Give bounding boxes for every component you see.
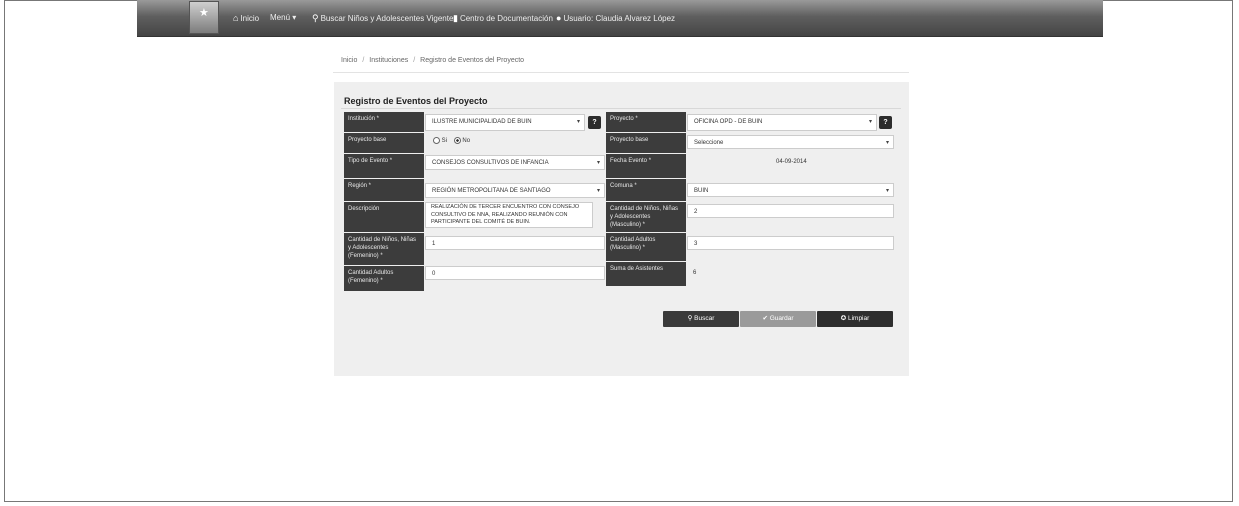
nav-user[interactable]: ● Usuario: Claudia Alvarez López [556,13,675,23]
proyecto-select[interactable]: OFICINA OPD - DE BUIN ▾ [687,114,877,131]
radio-si-label: Si [441,138,448,145]
fecha-evento-input[interactable]: 04-09-2014 [770,155,870,169]
region-value: REGIÓN METROPOLITANA DE SANTIAGO [432,188,551,194]
chevron-down-icon: ▾ [576,119,580,125]
radio-no-label: No [462,138,471,145]
radio-si[interactable] [433,137,440,144]
search-icon: ⚲ [312,13,319,23]
region-select[interactable]: REGIÓN METROPOLITANA DE SANTIAGO ▾ [425,183,605,198]
proyecto-base-label: Proyecto base [344,133,424,153]
cantidad-nna-masc-label: Cantidad de Niños, Niñas y Adolescentes … [606,202,686,232]
cantidad-adultos-masc-label: Cantidad Adultos (Masculino) * [606,233,686,261]
search-icon: ⚲ [687,315,693,322]
proyecto-base-radio-group: Si No [427,133,577,151]
buscar-button[interactable]: ⚲ Buscar [663,311,739,327]
tipo-evento-label: Tipo de Evento * [344,154,424,178]
region-label: Región * [344,179,424,201]
proyecto-base-select-label: Proyecto base [606,133,686,153]
home-icon: ⌂ [233,13,239,23]
breadcrumb-home[interactable]: Inicio [341,57,357,64]
tipo-evento-select[interactable]: CONSEJOS CONSULTIVOS DE INFANCIA ▾ [425,155,605,170]
page-title: Registro de Eventos del Proyecto [344,96,488,106]
proyecto-base-select[interactable]: Seleccione ▾ [687,135,894,149]
nav-search[interactable]: ⚲ Buscar Niños y Adolescentes Vigentes [312,13,457,24]
radio-no[interactable] [453,137,461,144]
chevron-down-icon: ▾ [868,119,872,125]
suma-asistentes-value: 6 [693,270,697,276]
proyecto-label: Proyecto * [606,112,686,132]
cantidad-nna-fem-value: 1 [432,241,436,247]
document-icon: ▮ [453,13,458,23]
nav-documents-label: Centro de Documentación [459,14,553,23]
buscar-button-label: Buscar [694,315,715,322]
proyecto-help-button[interactable]: ? [879,116,892,129]
check-icon: ✔ [762,315,768,322]
fecha-evento-value: 04-09-2014 [776,159,807,165]
guardar-button-label: Guardar [769,315,794,322]
nav-user-label: Usuario: Claudia Alvarez López [563,13,676,23]
institucion-value: ILUSTRE MUNICIPALIDAD DE BUIN [432,119,532,125]
institucion-help-button[interactable]: ? [588,116,601,129]
chevron-down-icon: ▾ [885,140,889,146]
chevron-down-icon: ▾ [596,188,600,194]
cantidad-nna-masc-value: 2 [694,209,698,215]
limpiar-button-label: Limpiar [847,315,870,322]
cantidad-nna-fem-input[interactable]: 1 [425,236,605,250]
breadcrumb-current: Registro de Eventos del Proyecto [420,57,525,64]
descripcion-textarea[interactable]: REALIZACIÓN DE TERCER ENCUENTRO CON CONS… [425,202,593,228]
cantidad-adultos-fem-input[interactable]: 0 [425,266,605,280]
guardar-button[interactable]: ✔ Guardar [740,311,816,327]
cantidad-adultos-fem-label: Cantidad Adultos (Femenino) * [344,266,424,291]
comuna-value: BUIN [694,188,709,194]
nav-documents[interactable]: ▮ Centro de Documentación [453,13,553,24]
cantidad-adultos-masc-input[interactable]: 3 [687,236,894,250]
suma-asistentes-value-field: 6 [687,266,787,280]
chevron-down-icon: ▾ [885,188,889,194]
gov-logo: ★ [189,1,219,34]
cantidad-nna-fem-label: Cantidad de Niños, Niñas y Adolescentes … [344,233,424,265]
fecha-evento-label: Fecha Evento * [606,154,686,178]
breadcrumb-instituciones[interactable]: Instituciones [369,57,408,64]
tipo-evento-value: CONSEJOS CONSULTIVOS DE INFANCIA [432,160,549,166]
nav-menu[interactable]: Menú ▾ [270,13,296,22]
nav-menu-label: Menú ▾ [270,13,297,22]
institucion-label: Institución * [344,112,424,132]
proyecto-value: OFICINA OPD - DE BUIN [694,119,763,125]
institucion-select[interactable]: ILUSTRE MUNICIPALIDAD DE BUIN ▾ [425,114,585,131]
user-icon: ● [556,13,562,23]
comuna-select[interactable]: BUIN ▾ [687,183,894,197]
breadcrumb: Inicio / Instituciones / Registro de Eventos… [341,57,525,64]
chevron-down-icon: ▾ [596,160,600,166]
cantidad-adultos-masc-value: 3 [694,241,698,247]
clear-icon: ✪ [840,315,847,322]
comuna-label: Comuna * [606,179,686,201]
cantidad-nna-masc-input[interactable]: 2 [687,204,894,218]
cantidad-adultos-fem-value: 0 [432,271,436,277]
title-divider [341,108,901,109]
proyecto-base-select-value: Seleccione [694,140,724,146]
limpiar-button[interactable]: ✪ Limpiar [817,311,893,327]
nav-home-label: Inicio [240,13,260,23]
star-icon: ★ [199,7,209,19]
suma-asistentes-label: Suma de Asistentes [606,262,686,286]
nav-home[interactable]: ⌂ Inicio [233,13,259,23]
nav-search-label: Buscar Niños y Adolescentes Vigentes [320,14,458,23]
descripcion-label: Descripción [344,202,424,232]
breadcrumb-divider [333,72,909,73]
